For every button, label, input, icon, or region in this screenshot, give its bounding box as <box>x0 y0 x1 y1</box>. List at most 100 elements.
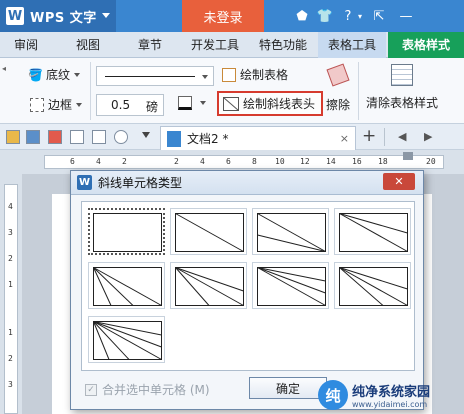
undo-icon[interactable] <box>114 130 128 144</box>
clear-table-style-label: 清除表格样式 <box>366 96 439 110</box>
diagonal-option-2-lines-right[interactable] <box>252 208 329 255</box>
diagonal-option-3-lines-c[interactable] <box>252 262 329 309</box>
diagonal-preview-icon <box>175 213 244 252</box>
ribbon-panel: ◂ 🪣 底纹 边框 0.5 磅 绘制表格 绘制斜线表头 擦除 清除表格样式 <box>0 58 464 124</box>
line-preview <box>105 76 195 77</box>
ruler-tick-label: 3 <box>8 380 13 389</box>
close-tab-icon[interactable]: × <box>340 132 349 145</box>
close-button[interactable]: ✕ <box>383 173 415 190</box>
draw-diagonal-header-button[interactable]: 绘制斜线表头 <box>217 91 323 116</box>
ruler-tick-label: 1 <box>8 328 13 337</box>
draw-table-label: 绘制表格 <box>240 68 289 82</box>
ruler-tick-label: 10 <box>275 157 285 166</box>
ribbon-scroll-icon[interactable]: ◂ <box>2 64 6 73</box>
clear-table-style-button[interactable]: 清除表格样式 <box>366 64 438 111</box>
table-style-icon <box>391 64 413 86</box>
document-tab[interactable]: 文档2 * × <box>160 126 356 150</box>
diagonal-option-2-lines-left[interactable] <box>334 208 411 255</box>
watermark-title: 纯净系统家园 <box>352 385 431 400</box>
print-preview-icon[interactable] <box>92 130 106 144</box>
vertical-ruler: 4 3 2 1 1 2 3 <box>0 174 22 414</box>
skin-icon[interactable]: ⬟ <box>294 6 310 26</box>
diagonal-option-none[interactable] <box>88 208 165 255</box>
ruler-tick-label: 2 <box>8 354 13 363</box>
shirt-icon[interactable]: 👕 <box>316 6 334 26</box>
line-width-value: 0.5 <box>111 98 131 112</box>
new-tab-icon[interactable]: + <box>362 126 376 146</box>
diagonal-option-3-lines-b[interactable] <box>170 262 247 309</box>
pen-color-icon <box>178 96 192 110</box>
dialog-title-bar[interactable]: W 斜线单元格类型 ✕ <box>71 171 423 195</box>
ruler-tick-label: 4 <box>96 157 101 166</box>
chevron-down-icon <box>202 75 208 79</box>
ruler-tick-label: 1 <box>8 280 13 289</box>
diagonal-preview-icon <box>339 213 408 252</box>
diagonal-preview-icon <box>257 267 326 306</box>
ok-button[interactable]: 确定 <box>249 377 327 399</box>
ruler-tick-label: 2 <box>8 254 13 263</box>
tab-table-tools[interactable]: 表格工具 <box>318 32 386 58</box>
site-watermark: 纯 纯净系统家园 www.yidaimei.com <box>318 380 430 410</box>
tab-developer[interactable]: 开发工具 <box>184 32 246 58</box>
save-icon[interactable] <box>26 130 40 144</box>
tab-view[interactable]: 视图 <box>64 32 112 58</box>
tab-table-style[interactable]: 表格样式 <box>388 32 464 58</box>
indent-marker[interactable] <box>403 152 413 160</box>
diagonal-header-icon <box>223 96 239 111</box>
line-width-unit: 磅 <box>146 100 159 114</box>
diagonal-preview-icon <box>339 267 408 306</box>
ruler-tick-label: 18 <box>378 157 388 166</box>
pen-color-button[interactable] <box>178 96 206 110</box>
tab-section[interactable]: 章节 <box>126 32 174 58</box>
chevron-down-icon <box>74 72 81 77</box>
shading-button[interactable]: 🪣 底纹 <box>28 66 81 83</box>
checkbox-icon: ✓ <box>85 383 97 396</box>
diagonal-option-4-lines[interactable] <box>88 316 165 363</box>
diagonal-option-3-lines-a[interactable] <box>88 262 165 309</box>
app-name: WPS 文字 <box>30 10 97 26</box>
ruler-tick-label: 16 <box>352 157 362 166</box>
wps-logo-icon: W <box>77 175 92 190</box>
nav-left-icon[interactable]: ◀ <box>398 130 406 143</box>
nav-right-icon[interactable]: ▶ <box>424 130 432 143</box>
border-button[interactable]: 边框 <box>30 96 83 113</box>
ruler-tick-label: 12 <box>300 157 310 166</box>
chevron-down-icon <box>102 13 110 18</box>
diagonal-preview-icon <box>257 213 326 252</box>
diagonal-option-3-lines-d[interactable] <box>334 262 411 309</box>
minimize-icon[interactable]: — <box>396 6 416 26</box>
ruler-tick-label: 3 <box>8 228 13 237</box>
watermark-url: www.yidaimei.com <box>352 400 428 409</box>
eraser-label: 擦除 <box>326 98 351 112</box>
ribbon-tabs: 审阅 视图 章节 开发工具 特色功能 表格工具 表格样式 <box>0 32 464 58</box>
customize-toolbar-icon[interactable] <box>142 132 150 138</box>
chevron-down-icon[interactable]: ▾ <box>356 6 364 26</box>
draw-table-button[interactable]: 绘制表格 <box>222 66 288 83</box>
divider <box>358 62 359 120</box>
dialog-title: 斜线单元格类型 <box>98 176 183 190</box>
print-icon[interactable] <box>70 130 84 144</box>
line-style-select[interactable] <box>96 66 214 86</box>
tab-special[interactable]: 特色功能 <box>252 32 314 58</box>
diagonal-preview-icon <box>93 267 162 306</box>
ruler-tick-label: 2 <box>174 157 179 166</box>
merge-cells-checkbox[interactable]: ✓ 合并选中单元格 (M) <box>85 381 210 398</box>
quick-access-toolbar: 文档2 * × + ◀ ▶ <box>0 124 464 150</box>
ruler-tick-label: 14 <box>326 157 336 166</box>
shading-label: 底纹 <box>46 68 71 82</box>
eraser-button[interactable]: 擦除 <box>326 63 351 113</box>
divider <box>384 128 385 146</box>
open-folder-icon[interactable] <box>6 130 20 144</box>
restore-icon[interactable]: ⇱ <box>372 6 386 26</box>
border-icon <box>30 97 44 112</box>
help-icon[interactable]: ? <box>340 6 356 26</box>
ruler-tick-label: 6 <box>226 157 231 166</box>
ruler-tick-label: 4 <box>8 202 13 211</box>
login-button[interactable]: 未登录 <box>182 0 264 32</box>
diagonal-option-1-line[interactable] <box>170 208 247 255</box>
ruler-tick-label: 4 <box>200 157 205 166</box>
tab-review[interactable]: 审阅 <box>2 32 50 58</box>
export-pdf-icon[interactable] <box>48 130 62 144</box>
ruler-tick-label: 6 <box>70 157 75 166</box>
app-menu-button[interactable]: W WPS 文字 <box>0 0 116 32</box>
